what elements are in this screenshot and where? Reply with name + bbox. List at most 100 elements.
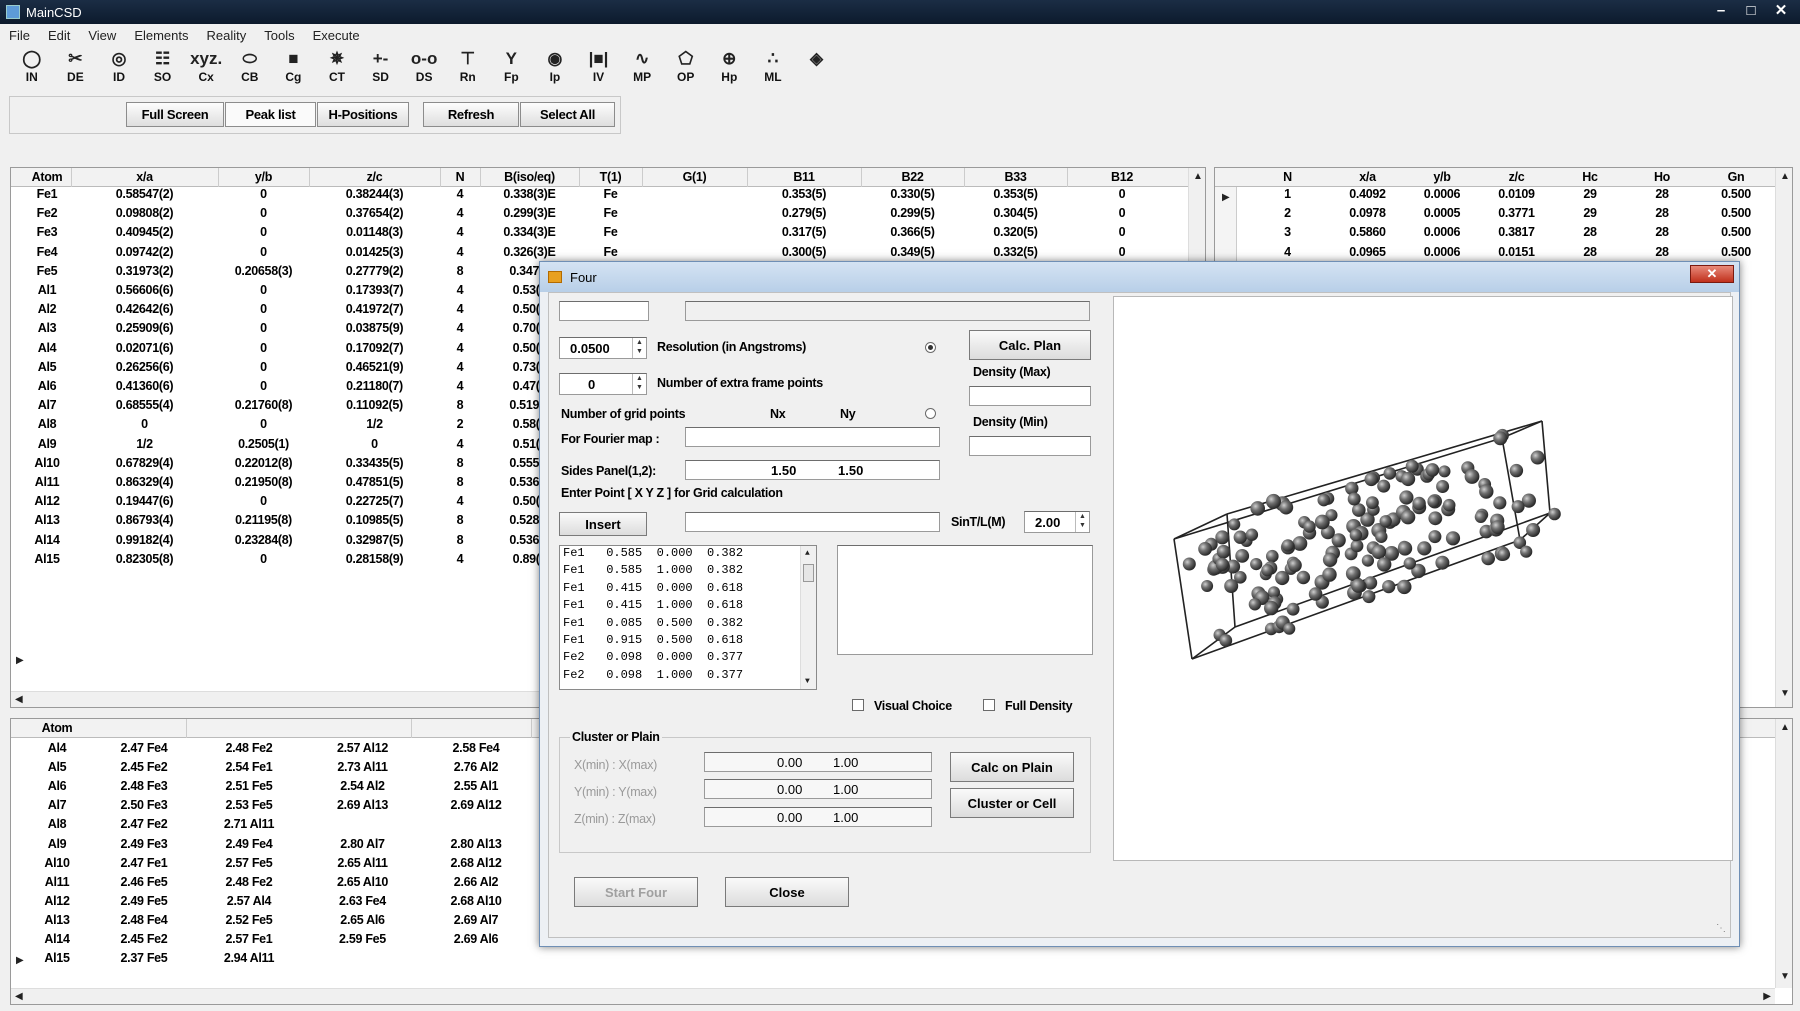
select-all-button[interactable]: Select All bbox=[520, 102, 615, 127]
resize-grip-icon[interactable]: ⋱ bbox=[1716, 923, 1728, 935]
frame-points-input[interactable]: 0 ▲ ▼ bbox=[559, 373, 647, 395]
full-density-checkbox[interactable] bbox=[983, 699, 995, 711]
atom-col-header[interactable]: y/b bbox=[218, 170, 309, 184]
peak-table-vscroll[interactable]: ▲ ▼ bbox=[1775, 168, 1792, 707]
atom-row[interactable]: Fe1 0.58547(2) 0 0.38244(3) 4 0.338(3)E Fe 0.35… bbox=[11, 187, 1205, 204]
atom-col-header[interactable]: N bbox=[440, 170, 480, 184]
atom-col-header[interactable]: G(1) bbox=[642, 170, 747, 184]
peak-list-button[interactable]: Peak list bbox=[225, 102, 316, 127]
cluster-or-cell-button[interactable]: Cluster or Cell bbox=[950, 788, 1074, 818]
toolbar-button-id[interactable]: ◎ ID bbox=[97, 48, 141, 94]
peak-row[interactable]: 4 0.0965 0.0006 0.0151 28 28 0.500 bbox=[1215, 245, 1792, 262]
toolbar-button-hp[interactable]: ⊕ Hp bbox=[708, 48, 752, 94]
peak-col-header[interactable]: y/b bbox=[1405, 170, 1479, 184]
toolbar-button-ml[interactable]: ∴ ML bbox=[751, 48, 795, 94]
peak-row[interactable]: 1 0.4092 0.0006 0.0109 29 28 0.500 bbox=[1215, 187, 1792, 204]
toolbar-button-in[interactable]: ◯ IN bbox=[10, 48, 54, 94]
point-list-scrollbar[interactable]: ▲ ▼ bbox=[800, 546, 816, 689]
scroll-thumb[interactable] bbox=[803, 564, 814, 582]
scroll-up-icon[interactable]: ▲ bbox=[1780, 171, 1790, 182]
peak-col-header[interactable]: Hc bbox=[1554, 170, 1626, 184]
scroll-left-icon[interactable]: ◀ bbox=[15, 991, 23, 1002]
toolbar-button-rn[interactable]: ⊤ Rn bbox=[446, 48, 490, 94]
menu-view[interactable]: View bbox=[79, 28, 125, 43]
point-list-item[interactable]: Fe2 0.098 1.000 0.377 bbox=[560, 668, 816, 685]
peak-row[interactable]: 2 0.0978 0.0005 0.3771 29 28 0.500 bbox=[1215, 206, 1792, 223]
menu-reality[interactable]: Reality bbox=[198, 28, 256, 43]
toolbar-button-cx[interactable]: xyz. Cx bbox=[184, 48, 228, 94]
scroll-down-icon[interactable]: ▼ bbox=[805, 677, 810, 686]
peak-row[interactable]: 3 0.5860 0.0006 0.3817 28 28 0.500 bbox=[1215, 225, 1792, 242]
y-range-field[interactable]: 0.00 1.00 bbox=[704, 779, 932, 799]
refresh-button[interactable]: Refresh bbox=[423, 102, 519, 127]
distance-row[interactable]: Al15 2.37 Fe5 2.94 Al11 bbox=[11, 951, 1792, 968]
atom-row[interactable]: Fe4 0.09742(2) 0 0.01425(3) 4 0.326(3)E Fe 0.30… bbox=[11, 245, 1205, 262]
toolbar-button-mp[interactable]: ∿ MP bbox=[620, 48, 664, 94]
visual-choice-checkbox[interactable] bbox=[852, 699, 864, 711]
menu-file[interactable]: File bbox=[0, 28, 39, 43]
grid-points-radio[interactable] bbox=[925, 408, 936, 419]
scroll-up-icon[interactable]: ▲ bbox=[1780, 722, 1790, 733]
maximize-button[interactable]: □ bbox=[1736, 0, 1766, 20]
fourier-map-field[interactable] bbox=[685, 427, 940, 447]
point-list-item[interactable]: Fe1 0.585 0.000 0.382 bbox=[560, 546, 816, 563]
atom-col-header[interactable]: B12 bbox=[1067, 170, 1177, 184]
top-left-field[interactable] bbox=[559, 301, 649, 321]
toolbar-button-ds[interactable]: o-o DS bbox=[402, 48, 446, 94]
close-button[interactable]: Close bbox=[725, 877, 849, 907]
atom-row[interactable]: Fe3 0.40945(2) 0 0.01148(3) 4 0.334(3)E Fe 0.31… bbox=[11, 225, 1205, 242]
resolution-radio[interactable] bbox=[925, 342, 936, 353]
x-range-field[interactable]: 0.00 1.00 bbox=[704, 752, 932, 772]
start-four-button[interactable]: Start Four bbox=[574, 877, 698, 907]
point-list-item[interactable]: Fe1 0.415 1.000 0.618 bbox=[560, 598, 816, 615]
distance-table-hscroll[interactable]: ◀ ▶ bbox=[11, 988, 1775, 1004]
peak-col-header[interactable]: Ho bbox=[1626, 170, 1698, 184]
toolbar-button-op[interactable]: ⬠ OP bbox=[664, 48, 708, 94]
atom-col-header[interactable]: Atom bbox=[25, 170, 69, 184]
insert-button[interactable]: Insert bbox=[559, 512, 647, 536]
toolbar-button-fp[interactable]: Y Fp bbox=[490, 48, 534, 94]
point-list-item[interactable]: Fe1 0.915 0.500 0.618 bbox=[560, 633, 816, 650]
atom-row[interactable]: Fe2 0.09808(2) 0 0.37654(2) 4 0.299(3)E Fe 0.27… bbox=[11, 206, 1205, 223]
h-positions-button[interactable]: H-Positions bbox=[317, 102, 409, 127]
toolbar-button-ip[interactable]: ◉ Ip bbox=[533, 48, 577, 94]
atom-col-header[interactable]: B11 bbox=[747, 170, 861, 184]
atom-col-header[interactable]: B22 bbox=[861, 170, 964, 184]
z-range-field[interactable]: 0.00 1.00 bbox=[704, 807, 932, 827]
menu-edit[interactable]: Edit bbox=[39, 28, 79, 43]
toolbar-button-cg[interactable]: ■ Cg bbox=[272, 48, 316, 94]
atom-col-header[interactable]: z/c bbox=[309, 170, 440, 184]
density-min-field[interactable] bbox=[969, 436, 1091, 456]
atom-col-header[interactable]: x/a bbox=[71, 170, 218, 184]
toolbar-button-cb[interactable]: ⬭ CB bbox=[228, 48, 272, 94]
peak-col-header[interactable]: z/c bbox=[1479, 170, 1554, 184]
atom-col-header[interactable]: B33 bbox=[964, 170, 1067, 184]
sint-spinner-icon[interactable]: ▲ ▼ bbox=[1075, 512, 1089, 532]
sint-input[interactable]: 2.00 ▲ ▼ bbox=[1024, 511, 1090, 533]
peak-col-header[interactable]: Gn bbox=[1698, 170, 1774, 184]
scroll-right-icon[interactable]: ▶ bbox=[1763, 991, 1771, 1002]
structure-viewer[interactable] bbox=[1113, 296, 1733, 861]
menu-elements[interactable]: Elements bbox=[125, 28, 197, 43]
menu-tools[interactable]: Tools bbox=[255, 28, 303, 43]
density-max-field[interactable] bbox=[969, 386, 1091, 406]
point-list-item[interactable]: Fe2 0.098 0.000 0.377 bbox=[560, 650, 816, 667]
close-window-button[interactable]: ✕ bbox=[1766, 0, 1796, 20]
scroll-down-icon[interactable]: ▼ bbox=[1780, 688, 1790, 699]
dialog-close-icon[interactable]: ✕ bbox=[1690, 265, 1734, 283]
menu-execute[interactable]: Execute bbox=[304, 28, 369, 43]
toolbar-button-iv[interactable]: |■| IV bbox=[577, 48, 621, 94]
minimize-button[interactable]: – bbox=[1706, 0, 1736, 20]
distance-col-header[interactable]: Atom bbox=[25, 721, 89, 735]
insert-point-field[interactable] bbox=[685, 512, 940, 532]
distance-table-vscroll[interactable]: ▲ ▼ bbox=[1775, 719, 1792, 988]
peak-col-header[interactable]: x/a bbox=[1330, 170, 1405, 184]
scroll-up-icon[interactable]: ▲ bbox=[1193, 171, 1203, 182]
atom-col-header[interactable]: B(iso/eq) bbox=[480, 170, 579, 184]
calc-on-plain-button[interactable]: Calc on Plain bbox=[950, 752, 1074, 782]
point-list-item[interactable]: Fe1 0.585 1.000 0.382 bbox=[560, 563, 816, 580]
toolbar-button-ct[interactable]: ✵ CT bbox=[315, 48, 359, 94]
toolbar-button-de[interactable]: ✂ DE bbox=[54, 48, 98, 94]
calc-plan-button[interactable]: Calc. Plan bbox=[969, 330, 1091, 360]
scroll-left-icon[interactable]: ◀ bbox=[15, 694, 23, 705]
